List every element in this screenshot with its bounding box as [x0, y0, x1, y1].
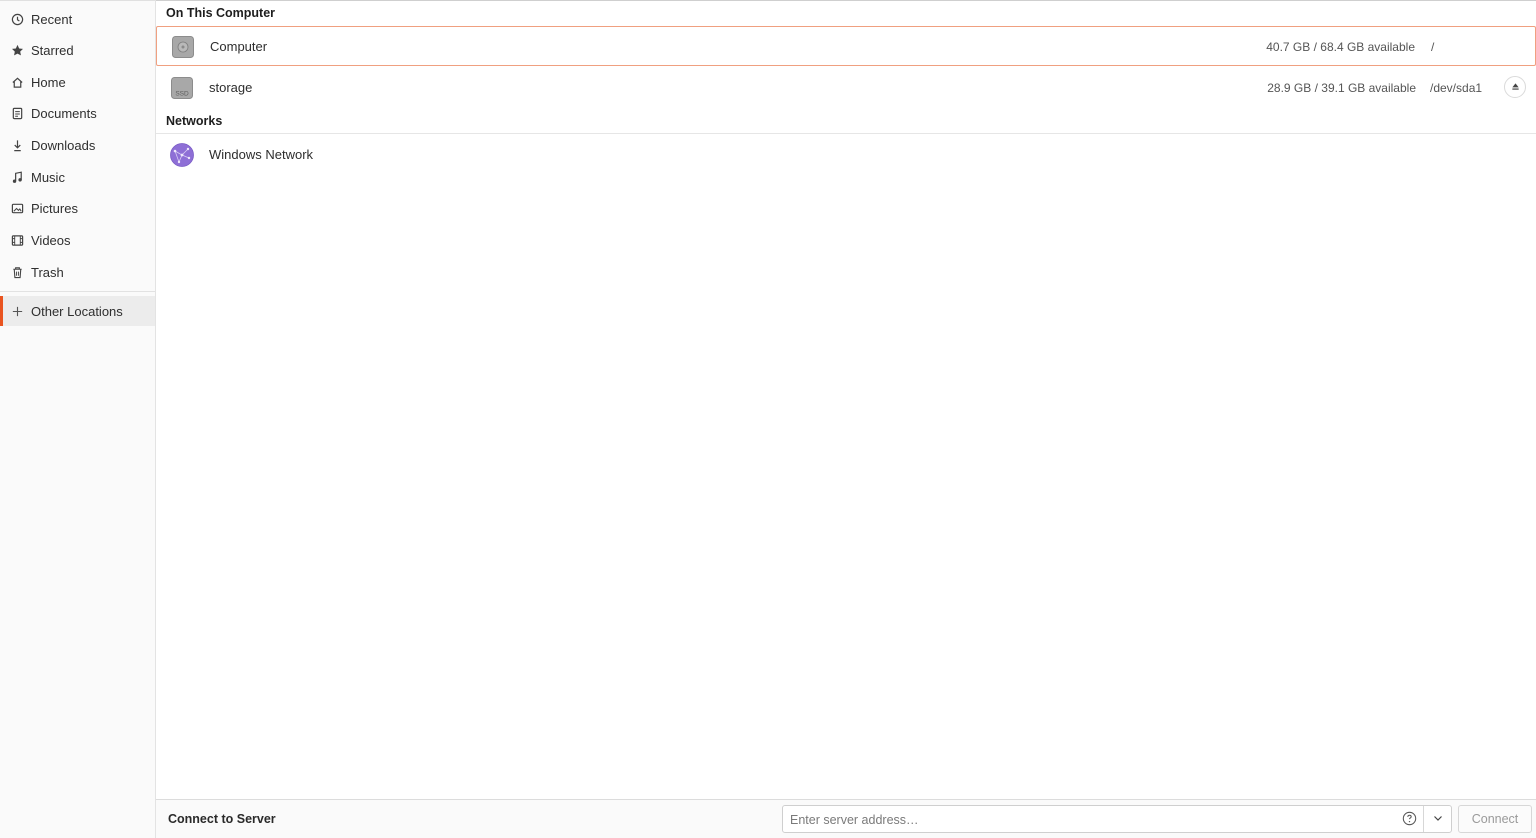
sidebar-item-label: Pictures: [31, 200, 78, 216]
sidebar-item-trash[interactable]: Trash: [0, 257, 155, 287]
eject-icon: [1511, 78, 1520, 96]
location-row-computer[interactable]: Computer 40.7 GB / 68.4 GB available /: [156, 26, 1536, 66]
sidebar-item-label: Documents: [31, 105, 97, 121]
download-icon: [10, 138, 24, 152]
plus-icon: [10, 304, 24, 318]
location-name: Computer: [210, 39, 268, 54]
ssd-icon: SSD: [170, 76, 194, 100]
connect-to-server-bar: Connect to Server Connect: [156, 799, 1536, 838]
sidebar-item-label: Home: [31, 74, 66, 90]
svg-text:SSD: SSD: [175, 91, 189, 98]
divider: [156, 0, 1536, 1]
picture-icon: [10, 201, 24, 215]
sidebar-divider: [0, 291, 155, 292]
sidebar-item-label: Other Locations: [31, 303, 123, 319]
server-history-dropdown[interactable]: [1423, 806, 1452, 832]
sidebar-item-home[interactable]: Home: [0, 67, 155, 97]
sidebar-item-pictures[interactable]: Pictures: [0, 193, 155, 223]
connect-button[interactable]: Connect: [1458, 805, 1532, 833]
location-row-windows-network[interactable]: Windows Network: [156, 134, 1536, 174]
file-manager-window: Recent Starred Home Documents Downloads: [0, 0, 1536, 838]
document-icon: [10, 106, 24, 120]
sidebar-item-starred[interactable]: Starred: [0, 35, 155, 65]
section-title-networks: Networks: [166, 114, 223, 128]
sidebar-item-downloads[interactable]: Downloads: [0, 130, 155, 160]
server-address-input[interactable]: [783, 806, 1407, 834]
location-row-storage[interactable]: SSD storage 28.9 GB / 39.1 GB available …: [156, 68, 1536, 108]
sidebar-item-videos[interactable]: Videos: [0, 225, 155, 255]
location-size: 28.9 GB / 39.1 GB available: [1267, 81, 1416, 95]
chevron-down-icon: [1433, 810, 1443, 828]
star-icon: [10, 43, 24, 57]
location-name: storage: [209, 80, 253, 95]
sidebar-item-other-locations[interactable]: Other Locations: [0, 296, 155, 326]
clock-icon: [10, 12, 24, 26]
sidebar-item-label: Recent: [31, 11, 73, 27]
main-content: On This Computer Computer 40.7 GB / 68.4…: [156, 0, 1536, 800]
sidebar-item-documents[interactable]: Documents: [0, 98, 155, 128]
section-title-on-this-computer: On This Computer: [166, 6, 276, 20]
help-icon[interactable]: [1402, 811, 1418, 827]
film-icon: [10, 233, 24, 247]
sidebar-item-music[interactable]: Music: [0, 162, 155, 192]
hard-disk-icon: [171, 35, 195, 59]
sidebar-item-label: Music: [31, 169, 65, 185]
location-path: /dev/sda1: [1430, 81, 1483, 95]
location-path: /: [1431, 40, 1435, 54]
sidebar-item-recent[interactable]: Recent: [0, 4, 155, 34]
sidebar-item-label: Downloads: [31, 137, 96, 153]
location-size: 40.7 GB / 68.4 GB available: [1266, 40, 1415, 54]
sidebar-item-label: Trash: [31, 264, 64, 280]
sidebar-item-label: Starred: [31, 42, 74, 58]
music-note-icon: [10, 170, 24, 184]
divider: [0, 0, 155, 1]
active-indicator: [0, 296, 3, 326]
network-globe-icon: [170, 143, 194, 167]
eject-button[interactable]: [1504, 76, 1526, 98]
sidebar-item-label: Videos: [31, 232, 71, 248]
home-icon: [10, 75, 24, 89]
server-address-combobox: [782, 805, 1452, 834]
location-name: Windows Network: [209, 147, 314, 162]
sidebar: Recent Starred Home Documents Downloads: [0, 0, 156, 838]
trash-icon: [10, 265, 24, 279]
connect-to-server-label: Connect to Server: [168, 812, 276, 826]
